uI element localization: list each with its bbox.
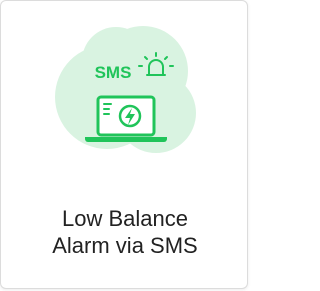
card-title: Low Balance Alarm via SMS: [1, 205, 249, 259]
sms-alarm-illustration: SMS: [55, 26, 196, 153]
low-balance-sms-alarm-card[interactable]: SMS Low Balance Alarm via SMS: [0, 0, 248, 289]
card-title-line-2: Alarm via SMS: [52, 233, 198, 258]
sms-badge-text: SMS: [95, 63, 132, 82]
card-title-line-1: Low Balance: [62, 206, 188, 231]
